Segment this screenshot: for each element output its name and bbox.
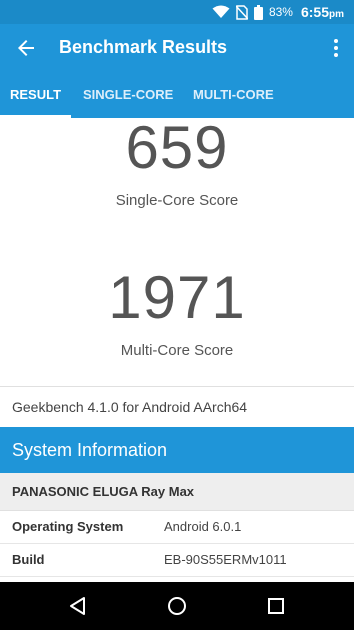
status-bar: 83% 6:55pm: [0, 0, 354, 24]
single-core-score-label: Single-Core Score: [115, 192, 239, 209]
nav-home-icon[interactable]: [165, 594, 189, 618]
app-bar: Benchmark Results: [0, 24, 354, 72]
system-nav-bar: [0, 582, 354, 630]
overflow-menu-icon[interactable]: [332, 38, 340, 58]
no-sim-icon: [235, 4, 248, 20]
info-row-operating-system: Operating System Android 6.0.1: [0, 511, 354, 544]
clock-time: 6:55: [300, 4, 329, 20]
tab-result-label: RESULT: [9, 87, 62, 102]
info-value: EB-90S55ERMv1011: [164, 552, 287, 567]
info-value: Android 6.0.1: [164, 519, 242, 534]
back-arrow-icon[interactable]: [14, 36, 38, 60]
nav-back-icon[interactable]: [66, 594, 90, 618]
results-content[interactable]: 659 Single-Core Score 1971 Multi-Core Sc…: [0, 118, 354, 582]
multi-core-score: 1971: [108, 264, 246, 331]
battery-percent: 83%: [268, 5, 293, 19]
page-title: Benchmark Results: [59, 37, 228, 57]
tab-result[interactable]: RESULT: [0, 72, 71, 118]
info-row-build: Build EB-90S55ERMv1011: [0, 544, 354, 577]
clock-suffix: pm: [329, 9, 344, 20]
battery-icon: [253, 4, 263, 20]
info-key: Build: [12, 552, 45, 567]
tab-multi-core-label: MULTI-CORE: [193, 87, 274, 102]
info-key: Operating System: [12, 519, 124, 534]
tab-single-core[interactable]: SINGLE-CORE: [83, 72, 173, 118]
single-core-score: 659: [125, 118, 229, 181]
clock: 6:55pm: [301, 4, 344, 20]
tab-multi-core[interactable]: MULTI-CORE: [193, 72, 274, 118]
multi-core-score-block: 1971 Multi-Core Score: [0, 264, 354, 360]
geekbench-version: Geekbench 4.1.0 for Android AArch64: [0, 386, 354, 426]
multi-core-score-label: Multi-Core Score: [120, 342, 234, 359]
system-information-header: System Information: [0, 427, 354, 473]
single-core-score-block: 659 Single-Core Score: [0, 118, 354, 209]
device-name: PANASONIC ELUGA Ray Max: [0, 473, 354, 511]
nav-recents-icon[interactable]: [264, 594, 288, 618]
wifi-icon: [212, 5, 230, 18]
tab-single-core-label: SINGLE-CORE: [83, 87, 174, 102]
tab-bar: RESULT SINGLE-CORE MULTI-CORE: [0, 72, 354, 118]
